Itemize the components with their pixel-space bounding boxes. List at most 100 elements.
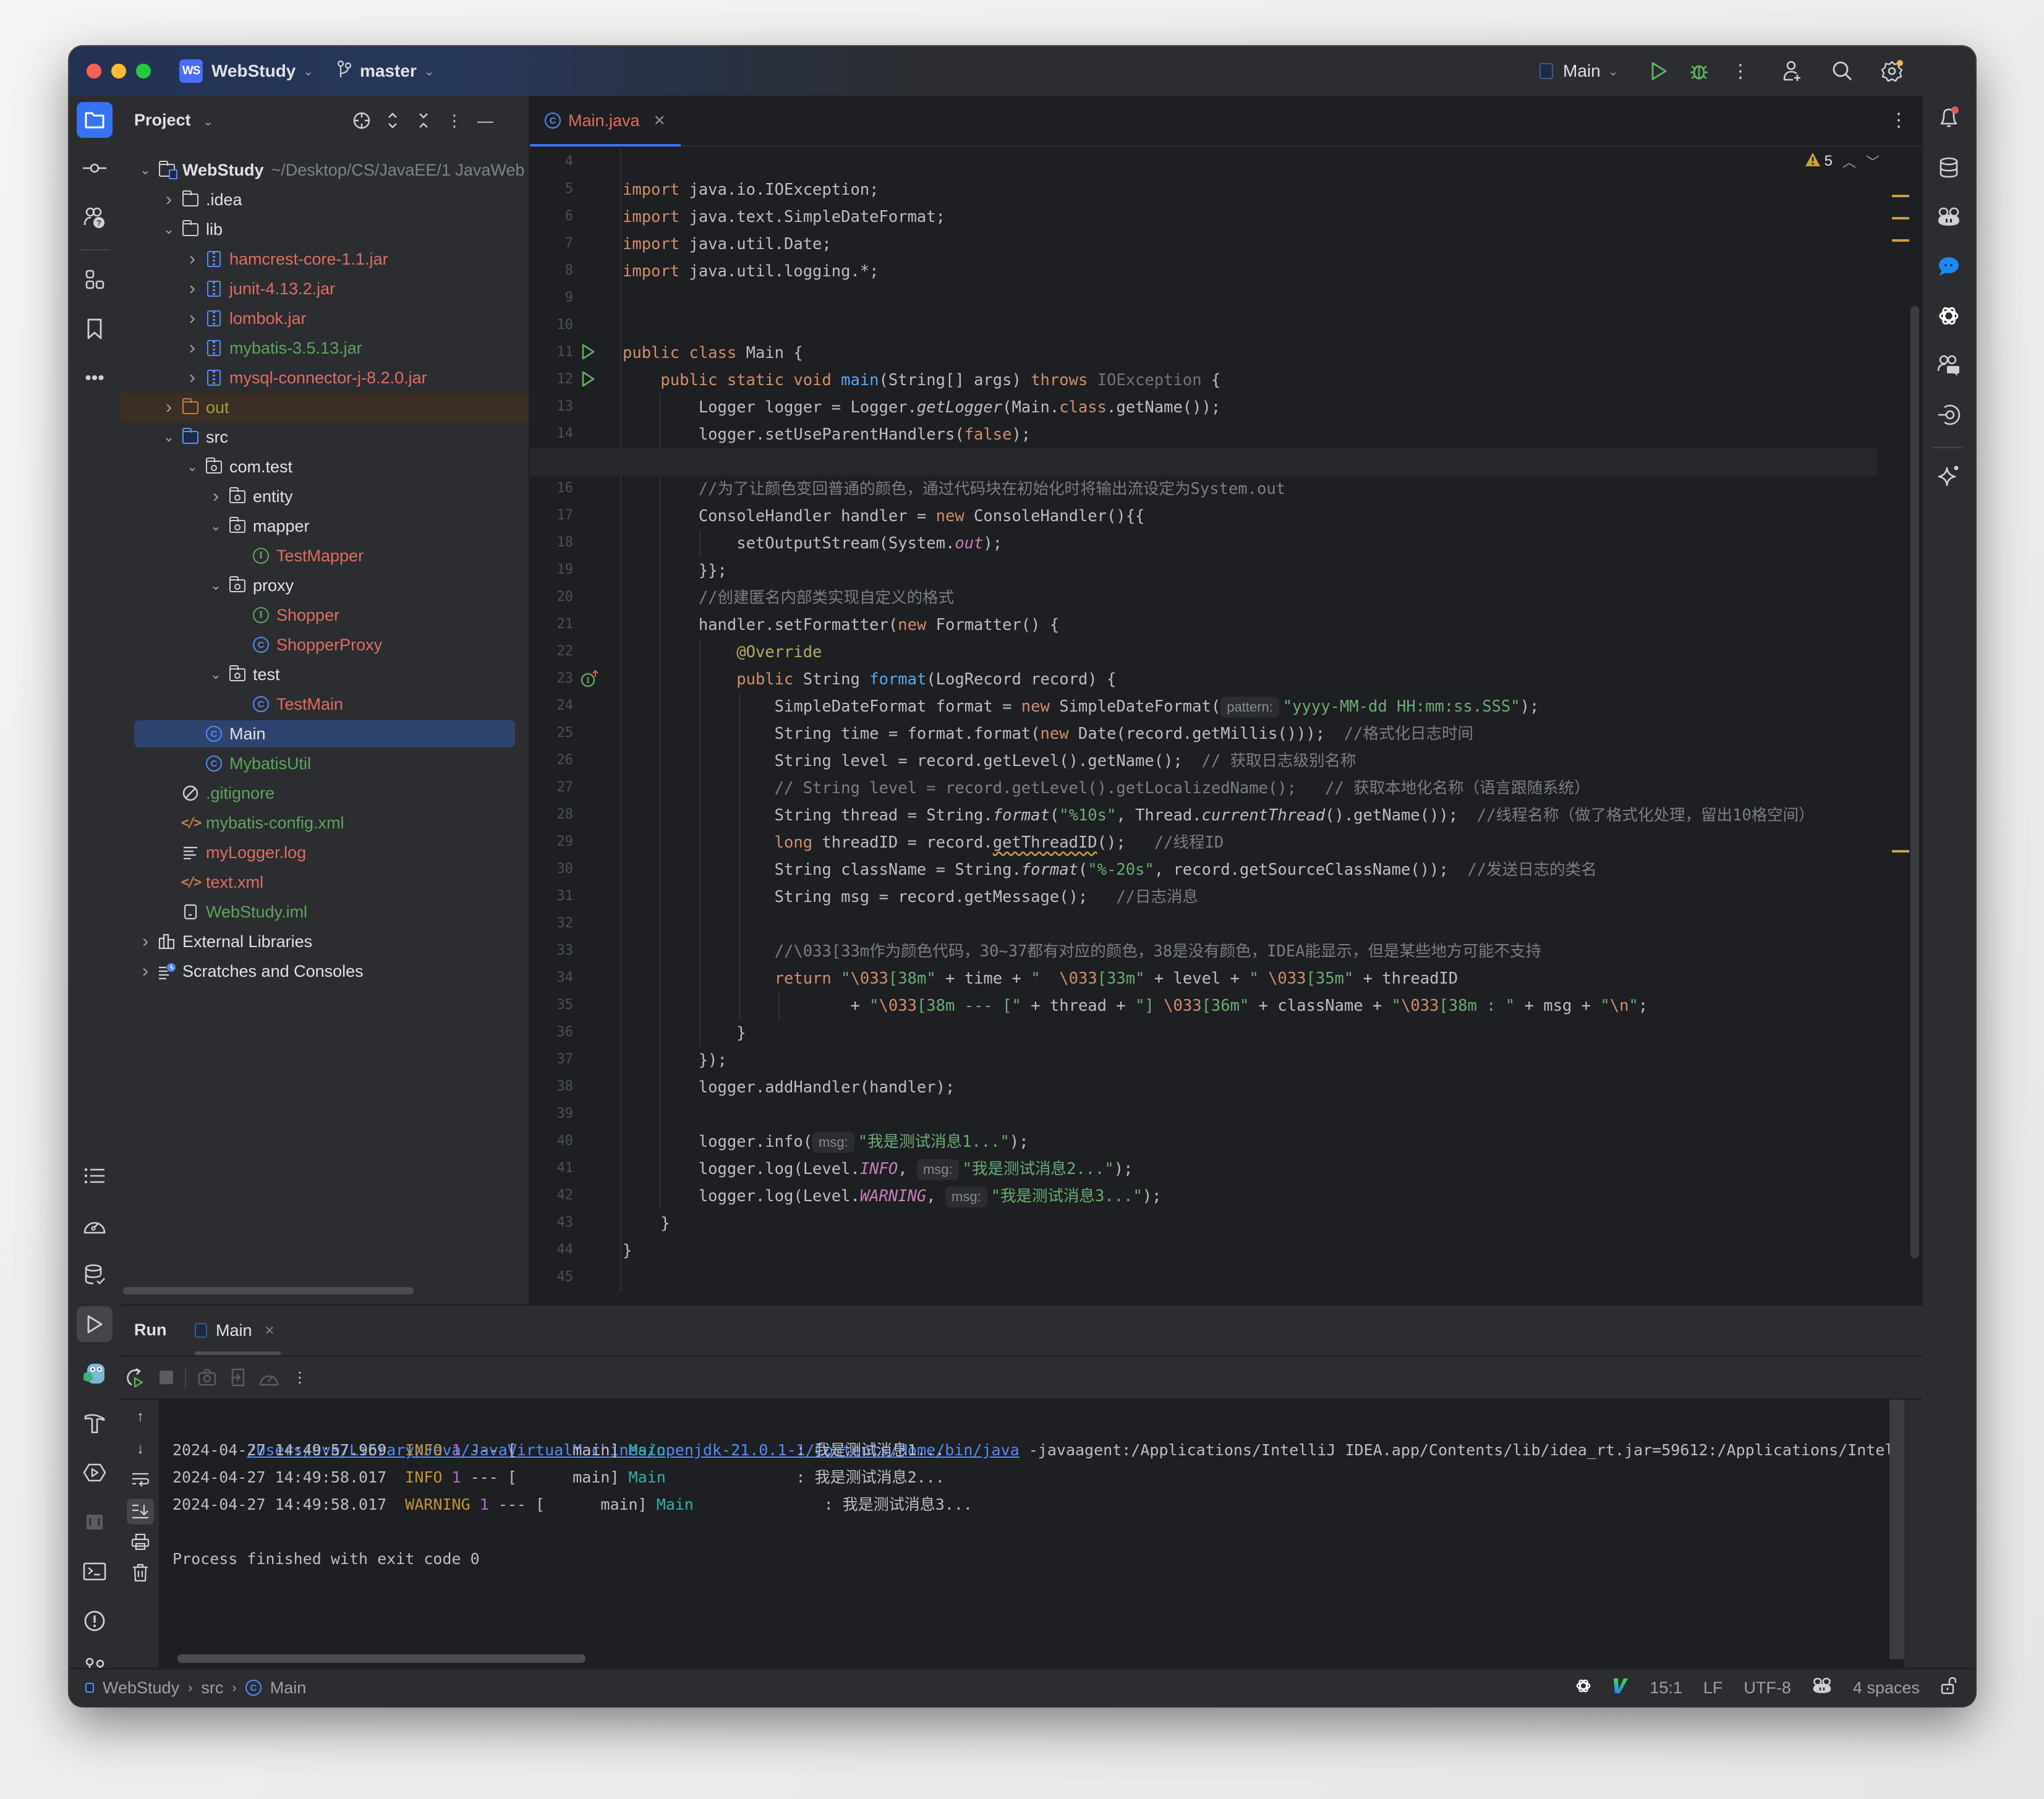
project-horizontal-scrollbar[interactable] (123, 1287, 414, 1295)
code-line[interactable]: logger.addHandler(handler); (623, 1074, 955, 1101)
line-number[interactable]: 19 (557, 562, 574, 577)
code-line[interactable]: logger.setUseParentHandlers(false); (623, 421, 1031, 448)
console-horizontal-scrollbar[interactable] (177, 1654, 586, 1663)
options-menu-icon[interactable]: ⋮ (443, 109, 466, 132)
dump-threads-camera-icon[interactable] (196, 1366, 218, 1389)
tree-node[interactable]: ⌄ lib (121, 215, 529, 244)
scroll-down-arrow-icon[interactable]: ↓ (129, 1438, 151, 1460)
code-line[interactable]: String level = record.getLevel().getName… (623, 747, 1356, 775)
line-number[interactable]: 39 (557, 1106, 574, 1121)
code-line[interactable]: //创建匿名内部类实现自定义的格式 (623, 584, 954, 611)
tree-node[interactable]: .gitignore (121, 778, 529, 808)
line-number[interactable]: 25 (557, 725, 574, 741)
chevron-down-icon[interactable]: ⌄ (161, 429, 176, 445)
more-run-actions-icon[interactable]: ⋮ (289, 1366, 311, 1389)
tree-node[interactable]: </> text.xml (121, 867, 529, 897)
tree-node[interactable]: I Shopper (121, 600, 529, 630)
line-number[interactable]: 32 (557, 916, 574, 931)
bookmarks-tool-button[interactable] (77, 311, 113, 347)
chevron-down-icon[interactable]: ⌄ (185, 459, 200, 475)
close-window-button[interactable] (87, 64, 101, 79)
cursor-position[interactable]: 15:1 (1650, 1678, 1682, 1698)
chevron-right-icon[interactable]: › (185, 338, 200, 359)
database-tool-button[interactable] (1931, 150, 1966, 185)
close-tab-icon[interactable]: ✕ (654, 112, 666, 130)
line-number[interactable]: 23 (557, 671, 574, 686)
chevron-right-icon[interactable]: › (161, 397, 176, 418)
placeholder-tool-button[interactable] (77, 1504, 113, 1540)
line-number[interactable]: 5 (565, 181, 573, 197)
breadcrumb-item-src[interactable]: src (201, 1678, 223, 1698)
code-line[interactable]: ConsoleHandler handler = new ConsoleHand… (623, 503, 1145, 530)
code-line[interactable]: // String level = record.getLevel().getL… (623, 775, 1590, 802)
line-number[interactable]: 20 (557, 589, 574, 605)
notifications-bell-icon[interactable] (1931, 101, 1966, 135)
tree-node[interactable]: I TestMapper (121, 541, 529, 571)
print-icon[interactable] (129, 1531, 151, 1553)
endpoints-tool-button[interactable] (1931, 398, 1966, 432)
tree-node[interactable]: › Scratches and Consoles (121, 956, 529, 986)
console-vertical-scrollbar[interactable] (1889, 1400, 1904, 1659)
line-number[interactable]: 21 (557, 616, 574, 632)
code-line[interactable]: logger.log(Level.INFO, msg: "我是测试消息2...")… (623, 1155, 1133, 1183)
line-number[interactable]: 22 (557, 644, 574, 659)
code-line[interactable]: //为了让颜色变回普通的颜色，通过代码块在初始化时将输出流设定为System.o… (623, 475, 1285, 503)
chevron-right-icon[interactable]: › (185, 367, 200, 388)
tree-node[interactable]: </> mybatis-config.xml (121, 808, 529, 838)
gopher-plugin-icon[interactable] (77, 1356, 113, 1392)
line-number[interactable]: 41 (557, 1160, 574, 1176)
openai-status-icon[interactable] (1575, 1678, 1591, 1698)
database-changes-tool-button[interactable] (77, 1257, 113, 1293)
line-number[interactable]: 14 (557, 426, 574, 441)
copilot-chat-icon[interactable] (1931, 348, 1966, 383)
run-gutter-icon[interactable] (581, 370, 595, 392)
editor-vertical-scrollbar[interactable] (1910, 306, 1919, 1258)
code-line[interactable]: String msg = record.getMessage(); //日志消息 (623, 883, 1198, 911)
code-line[interactable]: //\033[33m作为颜色代码，30~37都有对应的颜色，38是没有颜色，ID… (623, 938, 1541, 965)
vcs-branch-switcher[interactable]: master ⌄ (336, 46, 435, 96)
run-button[interactable] (1646, 59, 1671, 83)
code-line[interactable]: import java.util.logging.*; (623, 258, 879, 285)
line-number[interactable]: 4 (565, 154, 573, 169)
search-icon[interactable] (1830, 59, 1855, 83)
warning-stripe-marker[interactable] (1892, 239, 1909, 242)
code-line[interactable]: SimpleDateFormat format = new SimpleDate… (623, 693, 1539, 720)
chevron-right-icon[interactable]: › (138, 931, 153, 952)
debug-button[interactable] (1687, 59, 1711, 83)
code-line[interactable]: logger.info(msg: "我是测试消息1..."); (623, 1128, 1029, 1155)
ai-assistant-sparkle-icon[interactable] (1931, 458, 1966, 493)
minimize-window-button[interactable] (111, 64, 126, 79)
line-number[interactable]: 31 (557, 888, 574, 904)
tree-node[interactable]: C Main (121, 719, 529, 749)
scroll-to-end-icon[interactable] (127, 1499, 154, 1525)
chevron-down-icon[interactable]: ⌄ (208, 577, 223, 593)
expand-all-icon[interactable] (381, 109, 404, 132)
tree-node[interactable]: › out (121, 393, 529, 422)
line-number[interactable]: 18 (557, 535, 574, 550)
line-number[interactable]: 8 (565, 263, 573, 278)
problems-tool-button[interactable] (77, 1603, 113, 1639)
more-actions-icon[interactable]: ⋮ (1728, 59, 1753, 83)
code-line[interactable]: } (623, 1210, 670, 1237)
line-number[interactable]: 43 (557, 1215, 574, 1230)
line-number[interactable]: 17 (557, 508, 574, 523)
scroll-up-arrow-icon[interactable]: ↑ (129, 1406, 151, 1428)
services-tool-button[interactable] (77, 1455, 113, 1491)
run-configuration-selector[interactable]: Main ⌄ (1539, 46, 1618, 96)
tab-options-icon[interactable]: ⋮ (1889, 109, 1908, 131)
line-separator[interactable]: LF (1703, 1678, 1723, 1698)
copilot-icon[interactable] (1931, 200, 1966, 234)
line-number[interactable]: 45 (557, 1269, 574, 1285)
code-line[interactable]: String className = String.format("%-20s"… (623, 856, 1597, 883)
close-run-tab-icon[interactable]: ✕ (265, 1323, 275, 1338)
line-number[interactable]: 27 (557, 780, 574, 795)
warning-stripe-marker[interactable] (1892, 195, 1909, 197)
code-line[interactable]: public static void main(String[] args) t… (623, 367, 1220, 394)
project-switcher[interactable]: WS WebStudy ⌄ (179, 46, 313, 96)
code-with-me-icon[interactable] (1781, 59, 1805, 83)
todo-tool-button[interactable] (77, 1158, 113, 1194)
line-number[interactable]: 9 (565, 290, 573, 305)
tree-node[interactable]: › .idea (121, 185, 529, 215)
line-number[interactable]: 12 (557, 372, 574, 387)
code-line[interactable]: } (623, 1237, 632, 1264)
